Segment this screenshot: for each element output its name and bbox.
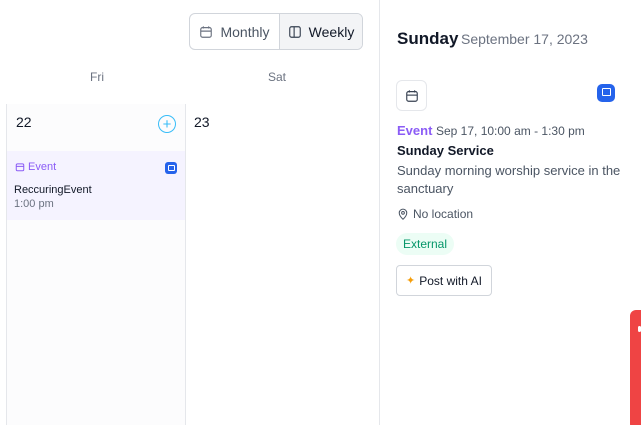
add-event-button[interactable]: + [158, 115, 176, 133]
chat-icon[interactable] [597, 84, 615, 102]
detail-event-title: Sunday Service [397, 143, 494, 158]
day-header-sat: Sat [267, 70, 286, 84]
panel-date: September 17, 2023 [461, 31, 588, 47]
detail-location: No location [397, 207, 473, 221]
chat-icon[interactable] [165, 162, 177, 174]
post-with-ai-label: Post with AI [419, 273, 482, 288]
event-card[interactable]: Event ReccuringEvent 1:00 pm [7, 151, 185, 220]
detail-event-description: Sunday morning worship service in the sa… [397, 163, 621, 196]
view-toggle: Monthly Weekly [189, 13, 363, 50]
location-text: No location [413, 207, 474, 221]
monthly-view-button[interactable]: Monthly [190, 14, 280, 49]
map-pin-icon [398, 208, 408, 220]
plus-icon: + [162, 115, 172, 133]
event-title: ReccuringEvent [14, 184, 92, 196]
weekly-view-label: Weekly [308, 23, 355, 40]
event-time: 1:00 pm [14, 198, 54, 210]
weekly-view-button[interactable]: Weekly [280, 14, 362, 49]
post-with-ai-button[interactable]: ✦ Post with AI [396, 265, 492, 296]
date-number-sat: 23 [194, 114, 210, 130]
detail-event-time: Sep 17, 10:00 am - 1:30 pm [436, 124, 585, 138]
sparkles-icon: ✦ [406, 275, 416, 287]
date-number-fri: 22 [16, 114, 32, 130]
event-type-tag: Event [15, 161, 56, 173]
calendar-icon [405, 89, 418, 102]
event-type-label: Event [28, 161, 57, 173]
monthly-view-label: Monthly [220, 23, 270, 40]
column-divider [185, 104, 186, 425]
calendar-icon-box [396, 80, 427, 111]
day-header-fri: Fri [90, 70, 104, 84]
columns-icon [288, 25, 301, 38]
detail-event-type: Event [397, 123, 433, 138]
panel-day-title: Sunday [397, 29, 459, 48]
calendar-icon [200, 25, 213, 38]
panel-divider [379, 0, 380, 425]
status-badge: External [396, 233, 455, 255]
side-tab[interactable] [630, 310, 641, 425]
calendar-icon [15, 163, 25, 172]
